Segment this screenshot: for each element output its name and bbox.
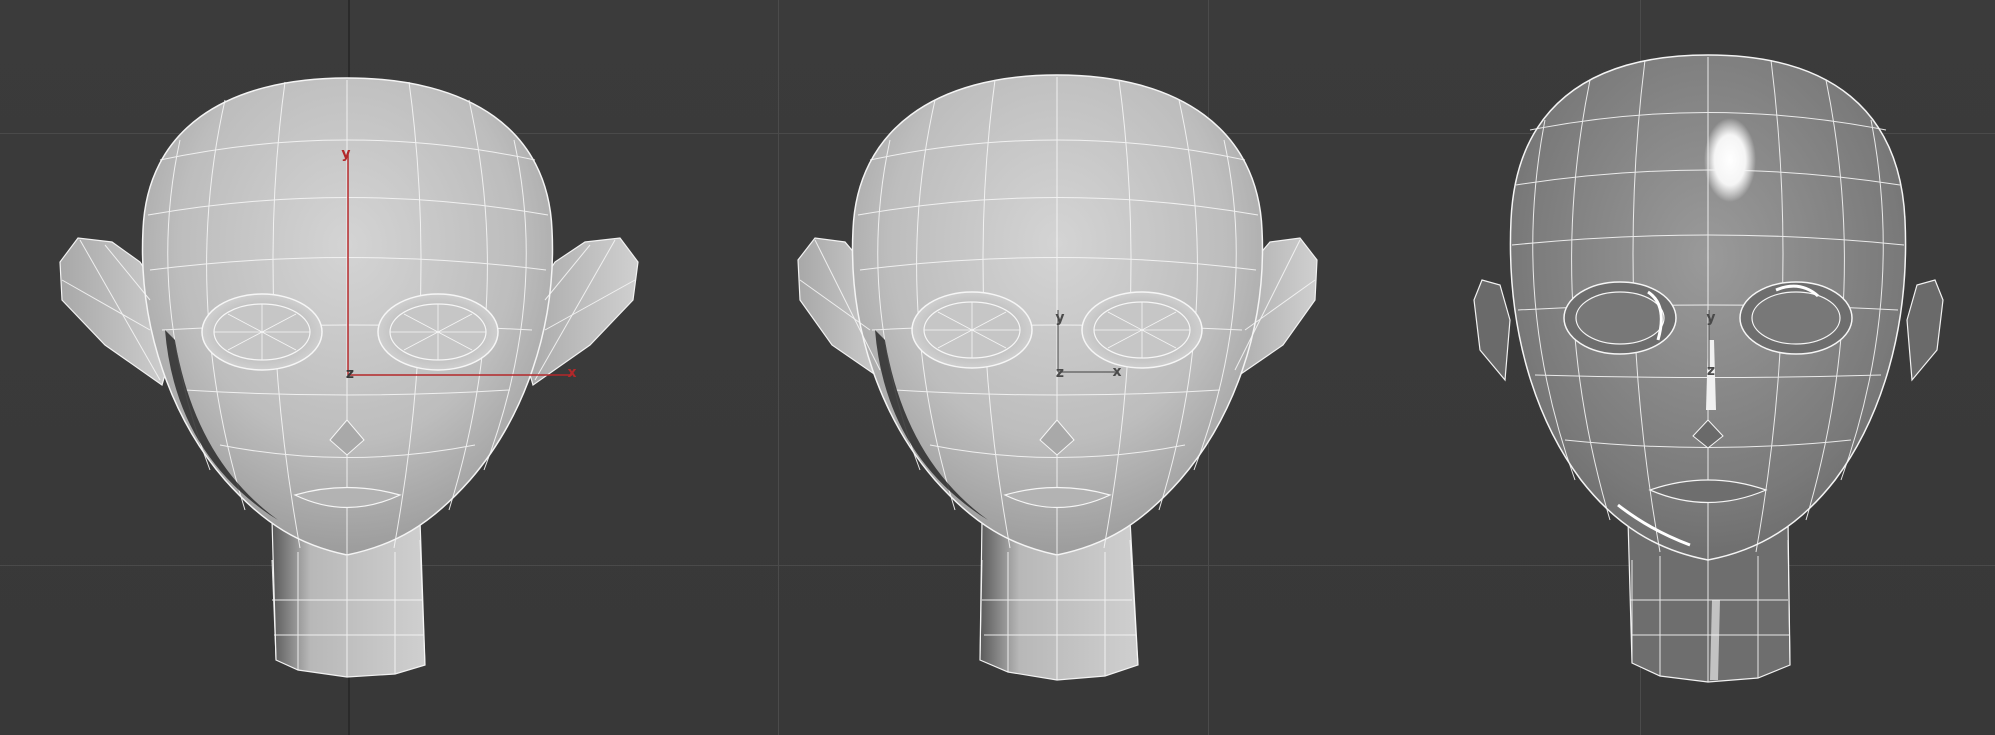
gizmo-y-label: y bbox=[1706, 310, 1715, 326]
gizmo-y-label: y bbox=[341, 146, 350, 162]
scene-canvas[interactable]: y x z y x z y z bbox=[0, 0, 1995, 735]
monkey-head-model-2[interactable]: y x z bbox=[797, 74, 1318, 681]
gizmo-x-label: x bbox=[567, 365, 576, 381]
left-eye-socket[interactable] bbox=[201, 293, 323, 371]
right-eye-socket[interactable] bbox=[1739, 281, 1853, 355]
gizmo-z-label: z bbox=[346, 366, 354, 382]
gizmo-z-label: z bbox=[1056, 365, 1064, 381]
gizmo-x-label: x bbox=[1112, 364, 1121, 380]
right-eye-socket[interactable] bbox=[1081, 291, 1203, 369]
human-head-model-3[interactable]: y z bbox=[1473, 54, 1944, 683]
monkey-head-model-1[interactable]: y x z bbox=[59, 77, 639, 678]
left-eye-socket[interactable] bbox=[1563, 281, 1677, 355]
right-eye-socket[interactable] bbox=[377, 293, 499, 371]
left-ear[interactable] bbox=[1473, 279, 1511, 382]
viewport-perspective[interactable]: y x z y x z y z bbox=[0, 0, 1995, 735]
gizmo-y-label: y bbox=[1055, 310, 1064, 326]
left-eye-socket[interactable] bbox=[911, 291, 1033, 369]
forehead-specular-highlight bbox=[1704, 118, 1756, 202]
gizmo-z-label: z bbox=[1707, 363, 1715, 379]
right-ear[interactable] bbox=[1906, 279, 1944, 382]
